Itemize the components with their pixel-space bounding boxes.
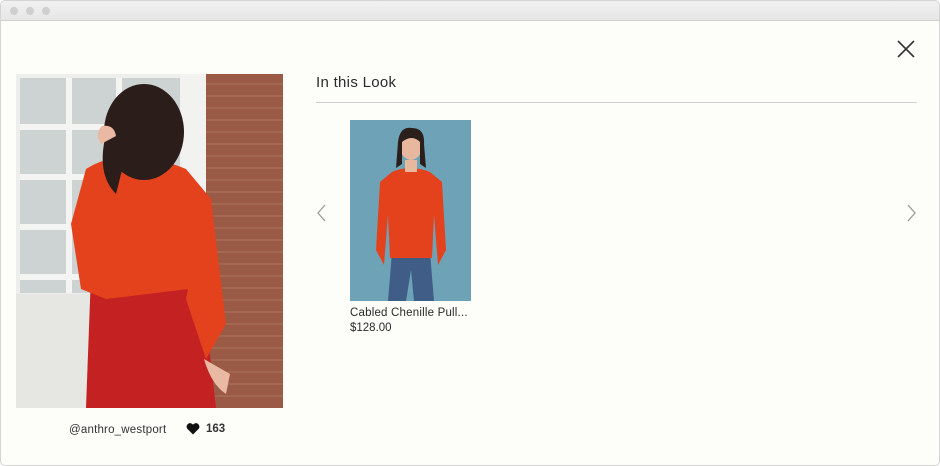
window-dot-close[interactable] <box>10 7 18 15</box>
product-name[interactable]: Cabled Chenille Pull... <box>350 307 472 319</box>
likes-count: 163 <box>206 422 226 435</box>
look-photo <box>16 74 283 408</box>
window-dot-maximize[interactable] <box>42 7 50 15</box>
close-icon <box>897 40 915 58</box>
carousel-next-button[interactable] <box>906 203 918 223</box>
heart-icon <box>186 423 200 435</box>
product-card[interactable]: Cabled Chenille Pull... $128.00 <box>350 120 472 334</box>
product-image[interactable] <box>350 120 471 301</box>
window-dot-minimize[interactable] <box>26 7 34 15</box>
instagram-handle-link[interactable]: @anthro_westport <box>69 424 166 436</box>
section-title: In this Look <box>316 74 397 91</box>
photo-meta: @anthro_westport 163 <box>16 421 283 441</box>
close-button[interactable] <box>895 38 917 60</box>
chevron-left-icon <box>317 204 326 222</box>
chevron-right-icon <box>907 204 916 222</box>
divider <box>316 102 917 103</box>
likes-counter[interactable]: 163 <box>186 422 225 435</box>
product-price: $128.00 <box>350 322 392 334</box>
title-bar <box>1 1 939 21</box>
carousel-prev-button[interactable] <box>315 203 327 223</box>
browser-window: @anthro_westport 163 In this Look Cabled… <box>0 0 940 466</box>
